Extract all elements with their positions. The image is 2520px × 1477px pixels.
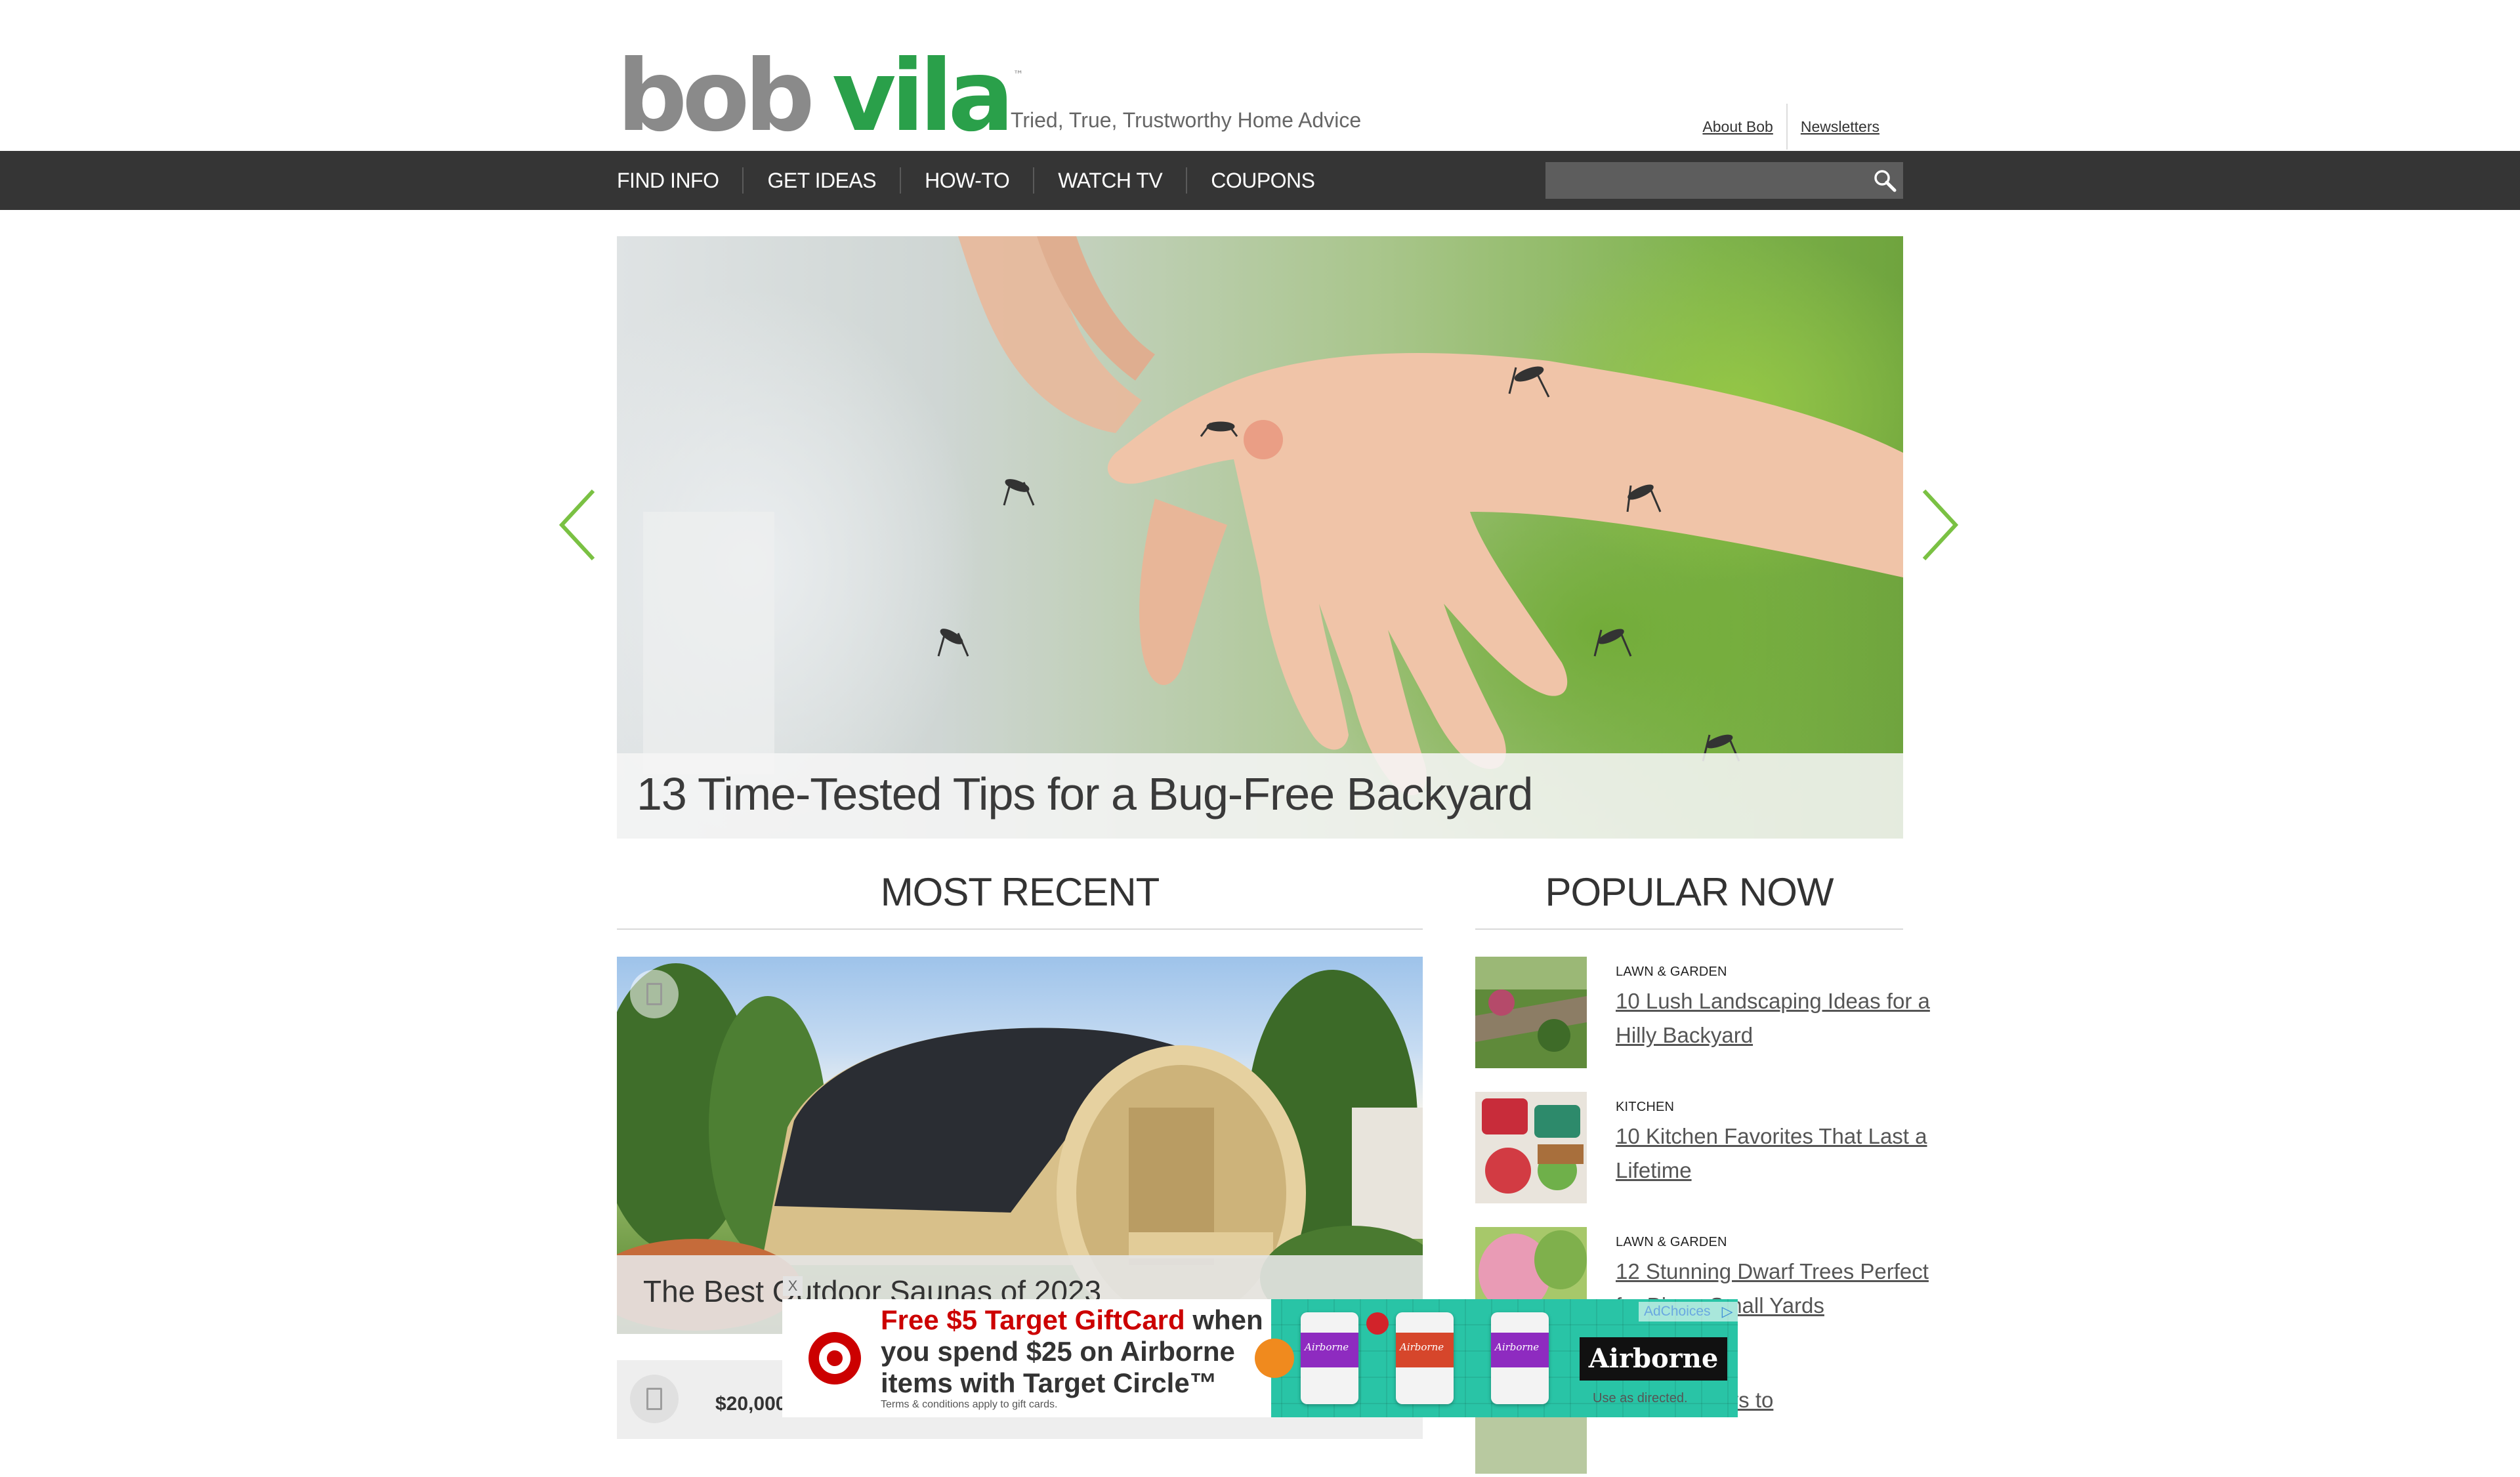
orange-decoration (1255, 1339, 1294, 1378)
ad-gift-card-text: Free $5 Target GiftCard (881, 1304, 1185, 1335)
logo-bob-text: bob (617, 39, 815, 154)
bob-vila-logo[interactable]: bob vila ™ (617, 39, 1024, 154)
site-header: bob vila ™ Tried, True, Trustworthy Home… (0, 0, 2520, 151)
about-bob-link[interactable]: About Bob (1689, 118, 1786, 136)
nav-watch-tv[interactable]: WATCH TV (1033, 167, 1186, 194)
nav-find-info[interactable]: FIND INFO (617, 167, 742, 194)
ad-disclaimer: Use as directed. (1593, 1391, 1688, 1405)
most-recent-heading: MOST RECENT (880, 870, 1160, 914)
gallery-icon (630, 970, 679, 1018)
nav-items: FIND INFO GET IDEAS HOW-TO WATCH TV COUP… (617, 151, 1339, 210)
airborne-logo: Airborne (1580, 1337, 1727, 1381)
chevron-right-icon[interactable] (1916, 486, 1962, 564)
landscaping-thumbnail[interactable] (1475, 957, 1587, 1068)
newsletters-link[interactable]: Newsletters (1788, 118, 1893, 136)
ad-headline-3: items with Target Circle™ (881, 1367, 1217, 1398)
logo-trademark: ™ (1013, 68, 1024, 81)
target-logo (808, 1332, 861, 1384)
ad-close-button[interactable]: X (783, 1276, 803, 1296)
ad-text-panel: Free $5 Target GiftCard when you spend $… (782, 1299, 1271, 1417)
search-icon[interactable] (1873, 169, 1897, 192)
ad-terms: Terms & conditions apply to gift cards. (881, 1399, 1058, 1410)
gallery-icon (630, 1375, 679, 1423)
price-text: $20,000 (715, 1393, 787, 1415)
list-item: KITCHEN 10 Kitchen Favorites That Last a… (1475, 1092, 1935, 1207)
hero-slide[interactable]: 13 Time-Tested Tips for a Bug-Free Backy… (617, 236, 1903, 839)
product-bottle: Airborne (1491, 1312, 1549, 1404)
nav-coupons[interactable]: COUPONS (1186, 167, 1338, 194)
logo-vila-text: vila (831, 39, 1015, 154)
recent-article-card[interactable]: The Best Outdoor Saunas of 2023 (617, 957, 1423, 1334)
ad-when-text: when (1185, 1304, 1263, 1335)
tagline: Tried, True, Trustworthy Home Advice (1011, 108, 1362, 132)
search-input[interactable] (1545, 162, 1854, 199)
popular-now-heading: POPULAR NOW (1545, 870, 1834, 914)
main-nav: FIND INFO GET IDEAS HOW-TO WATCH TV COUP… (0, 151, 2520, 210)
kitchen-thumbnail[interactable] (1475, 1092, 1587, 1203)
hero-image (643, 236, 1903, 795)
adchoices-icon[interactable]: AdChoices (1639, 1302, 1738, 1321)
nav-get-ideas[interactable]: GET IDEAS (742, 167, 900, 194)
search-box (1545, 162, 1903, 199)
chevron-left-icon[interactable] (555, 486, 601, 564)
strawberry-decoration (1366, 1312, 1389, 1335)
ad-headline-1: Free $5 Target GiftCard when (881, 1304, 1263, 1336)
category-label[interactable]: LAWN & GARDEN (1616, 1235, 1727, 1250)
top-links: About Bob Newsletters (1689, 104, 1893, 150)
ad-headline-2: you spend $25 on Airborne (881, 1336, 1235, 1367)
list-item: LAWN & GARDEN 10 Lush Landscaping Ideas … (1475, 957, 1935, 1071)
category-label[interactable]: KITCHEN (1616, 1100, 1674, 1115)
article-link[interactable]: 10 Lush Landscaping Ideas for a Hilly Ba… (1616, 984, 1944, 1052)
product-bottle: Airborne (1396, 1312, 1454, 1404)
hero-caption[interactable]: 13 Time-Tested Tips for a Bug-Free Backy… (637, 768, 1533, 820)
category-label[interactable]: LAWN & GARDEN (1616, 965, 1727, 980)
hero-caption-bar: 13 Time-Tested Tips for a Bug-Free Backy… (617, 753, 1903, 839)
product-bottle: Airborne (1301, 1312, 1358, 1404)
article-link[interactable]: 10 Kitchen Favorites That Last a Lifetim… (1616, 1119, 1944, 1188)
sticky-ad-banner[interactable]: Free $5 Target GiftCard when you spend $… (782, 1299, 1738, 1417)
divider (617, 928, 1423, 930)
divider (1475, 928, 1903, 930)
nav-how-to[interactable]: HOW-TO (900, 167, 1033, 194)
